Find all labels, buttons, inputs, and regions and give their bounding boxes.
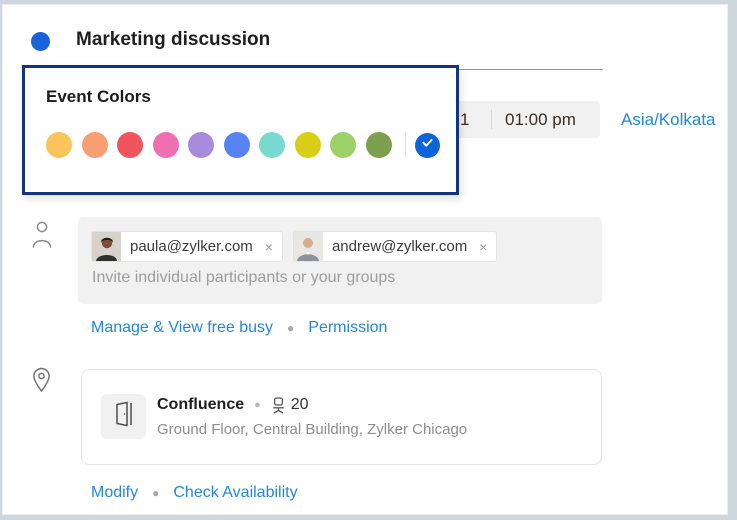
color-swatch-teal[interactable] bbox=[259, 132, 285, 158]
room-address: Ground Floor, Central Building, Zylker C… bbox=[157, 421, 467, 438]
event-title[interactable]: Marketing discussion bbox=[76, 29, 270, 51]
participant-email: andrew@zylker.com bbox=[332, 238, 467, 255]
room-header: Confluence ● 20 bbox=[157, 396, 309, 414]
check-availability-link[interactable]: Check Availability bbox=[173, 484, 297, 502]
datetime-divider bbox=[491, 110, 492, 129]
color-swatch-selected[interactable] bbox=[415, 133, 440, 158]
color-swatch-olive[interactable] bbox=[366, 132, 392, 158]
participant-avatar bbox=[92, 232, 121, 261]
time-input[interactable]: 01:00 pm bbox=[505, 101, 576, 138]
color-swatch-purple[interactable] bbox=[188, 132, 214, 158]
window-frame: Marketing discussion 1 01:00 pm Asia/Kol… bbox=[0, 0, 737, 520]
swatch-divider bbox=[405, 132, 406, 158]
participant-email: paula@zylker.com bbox=[130, 238, 253, 255]
timezone-link[interactable]: Asia/Kolkata bbox=[621, 101, 716, 138]
remove-participant-icon[interactable]: × bbox=[479, 239, 487, 255]
swatch-list bbox=[46, 132, 401, 158]
event-colors-popup: Event Colors bbox=[22, 65, 459, 195]
color-swatch-pink[interactable] bbox=[153, 132, 179, 158]
participants-placeholder: Invite individual participants or your g… bbox=[92, 269, 395, 287]
color-swatch-amber[interactable] bbox=[46, 132, 72, 158]
popup-title: Event Colors bbox=[46, 87, 151, 107]
color-swatch-red[interactable] bbox=[117, 132, 143, 158]
participants-field[interactable]: paula@zylker.com × andrew@zylker.com × I… bbox=[78, 217, 602, 304]
participant-chip[interactable]: andrew@zylker.com × bbox=[293, 231, 497, 262]
room-name: Confluence bbox=[157, 396, 244, 414]
participant-avatar bbox=[294, 232, 323, 261]
manage-free-busy-link[interactable]: Manage & View free busy bbox=[91, 319, 273, 337]
color-swatch-blue[interactable] bbox=[224, 132, 250, 158]
participants-icon bbox=[31, 219, 53, 254]
location-card[interactable]: Confluence ● 20 Ground Floor, Central Bu… bbox=[81, 369, 602, 465]
door-icon bbox=[111, 400, 137, 433]
location-pin-icon bbox=[32, 367, 51, 398]
dot-separator: ● bbox=[152, 486, 159, 500]
color-swatch-olive-yellow[interactable] bbox=[295, 132, 321, 158]
color-swatch-green[interactable] bbox=[330, 132, 356, 158]
permission-link[interactable]: Permission bbox=[308, 319, 387, 337]
check-icon bbox=[420, 135, 435, 155]
modify-link[interactable]: Modify bbox=[91, 484, 138, 502]
room-capacity: 20 bbox=[291, 396, 309, 414]
event-editor: Marketing discussion 1 01:00 pm Asia/Kol… bbox=[2, 4, 728, 515]
dot-separator: ● bbox=[254, 399, 261, 411]
room-icon-box bbox=[101, 394, 146, 439]
participant-chips: paula@zylker.com × andrew@zylker.com × bbox=[91, 231, 507, 262]
dot-separator: ● bbox=[287, 321, 294, 335]
remove-participant-icon[interactable]: × bbox=[265, 239, 273, 255]
event-color-dot[interactable] bbox=[31, 32, 50, 51]
color-swatch-salmon[interactable] bbox=[82, 132, 108, 158]
date-input[interactable]: 1 bbox=[460, 101, 469, 138]
seat-capacity-icon bbox=[271, 397, 286, 414]
color-swatch-row bbox=[46, 132, 440, 158]
participants-links: Manage & View free busy ● Permission bbox=[91, 319, 387, 337]
participant-chip[interactable]: paula@zylker.com × bbox=[91, 231, 283, 262]
location-links: Modify ● Check Availability bbox=[91, 484, 298, 502]
